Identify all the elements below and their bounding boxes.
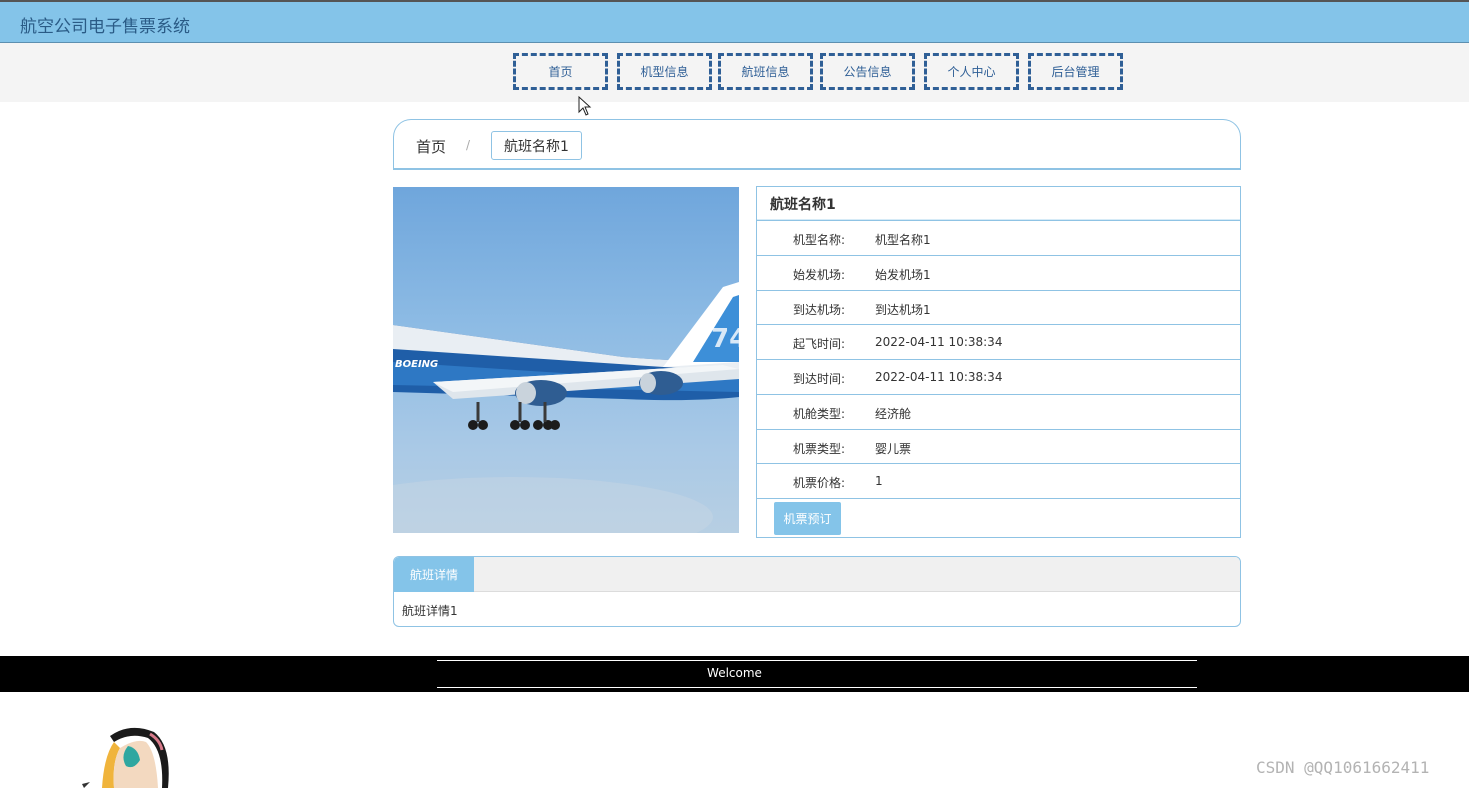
field-label: 机票类型: [792,441,845,456]
nav-item-admin[interactable]: 后台管理 [1028,53,1123,90]
field-value: 到达机场1 [875,302,931,317]
footer-divider [437,687,1197,688]
airline-logo-text: BOEING [395,359,438,370]
field-label: 起飞时间: [792,337,845,352]
info-row-ticket-type: 机票类型: 婴儿票 [757,430,1240,465]
nav-item-personal-center[interactable]: 个人中心 [924,53,1019,90]
field-label: 机型名称: [792,233,845,247]
main-nav: 首页 机型信息 航班信息 公告信息 个人中心 后台管理 [0,43,1469,102]
nav-item-flight-info[interactable]: 航班信息 [718,53,813,90]
booking-area: 机票预订 [757,499,1240,541]
flight-info-panel: 航班名称1 机型名称: 机型名称1 始发机场: 始发机场1 到达机场: 到达机场… [756,186,1241,538]
flight-photo: BOEING 74 [393,187,739,533]
nav-item-home[interactable]: 首页 [513,53,608,90]
field-value: 2022-04-11 10:38:34 [875,335,1003,350]
mascot-avatar-icon [82,727,169,788]
footer-welcome: Welcome [707,666,762,680]
breadcrumb-current: 航班名称1 [491,131,582,160]
csdn-watermark: CSDN @QQ1061662411 [1256,758,1430,777]
tab-flight-detail[interactable]: 航班详情 [394,557,474,592]
mouse-cursor-icon [578,96,592,116]
app-title: 航空公司电子售票系统 [20,17,190,37]
field-label: 始发机场: [792,267,845,282]
breadcrumb-home-link[interactable]: 首页 [416,136,446,157]
info-row-arrival-airport: 到达机场: 到达机场1 [757,291,1240,326]
field-value: 始发机场1 [875,267,931,282]
detail-tabs: 航班详情 [394,557,1240,592]
field-label: 机舱类型: [792,406,845,421]
info-row-aircraft: 机型名称: 机型名称1 [757,221,1240,256]
field-value: 机型名称1 [875,233,931,247]
breadcrumb: 首页 / 航班名称1 [393,119,1241,170]
airplane-illustration: BOEING 74 [393,282,739,533]
top-header: 航空公司电子售票系统 [0,0,1469,43]
field-value: 经济舱 [875,406,912,421]
info-row-ticket-price: 机票价格: 1 [757,464,1240,499]
field-label: 到达时间: [792,372,845,386]
info-row-departure-time: 起飞时间: 2022-04-11 10:38:34 [757,325,1240,360]
flight-name-heading: 航班名称1 [757,187,1240,221]
svg-text:74: 74 [711,324,739,354]
breadcrumb-separator: / [466,138,471,152]
footer-divider [437,660,1197,661]
field-value: 2022-04-11 10:38:34 [875,370,1003,384]
info-row-arrival-time: 到达时间: 2022-04-11 10:38:34 [757,360,1240,395]
info-row-departure-airport: 始发机场: 始发机场1 [757,256,1240,291]
nav-item-aircraft-info[interactable]: 机型信息 [617,53,712,90]
info-row-cabin-type: 机舱类型: 经济舱 [757,395,1240,430]
field-label: 机票价格: [792,476,845,491]
field-value: 婴儿票 [875,441,912,456]
flight-detail-content: 航班详情1 [402,604,458,618]
footer: Welcome [0,656,1469,692]
field-label: 到达机场: [792,302,845,317]
flight-detail-panel: 航班详情 航班详情1 [393,556,1241,627]
nav-item-announcements[interactable]: 公告信息 [820,53,915,90]
field-value: 1 [875,474,883,489]
book-ticket-button[interactable]: 机票预订 [774,502,841,535]
